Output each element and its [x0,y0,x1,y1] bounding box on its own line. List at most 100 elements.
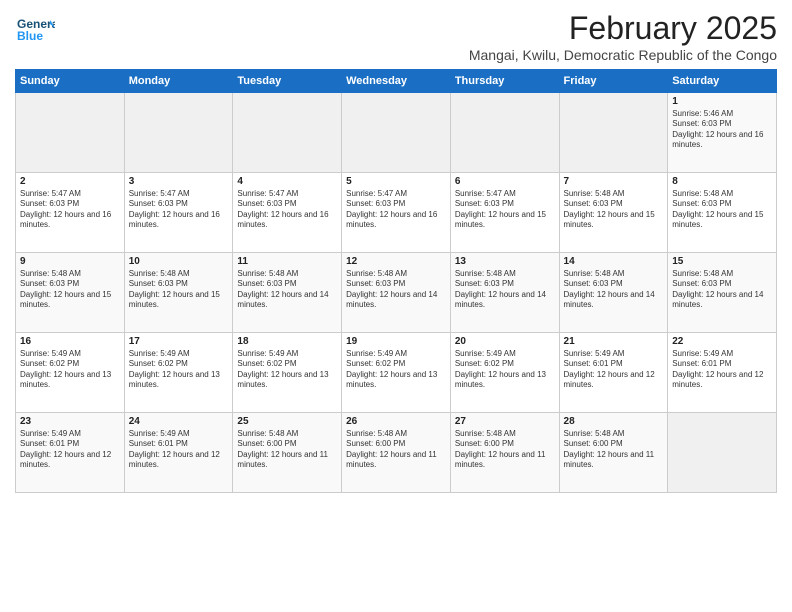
calendar-cell: 11 Sunrise: 5:48 AM Sunset: 6:03 PM Dayli… [233,253,342,333]
cell-content: Sunrise: 5:48 AM Sunset: 6:03 PM Dayligh… [237,269,337,311]
page: General Blue February 2025 Mangai, Kwilu… [0,0,792,503]
calendar-cell: 20 Sunrise: 5:49 AM Sunset: 6:02 PM Dayli… [450,333,559,413]
calendar-week-row: 9 Sunrise: 5:48 AM Sunset: 6:03 PM Daylig… [16,253,777,333]
cell-content: Sunrise: 5:49 AM Sunset: 6:02 PM Dayligh… [346,349,446,391]
day-number: 3 [129,176,229,187]
cell-content: Sunrise: 5:49 AM Sunset: 6:02 PM Dayligh… [129,349,229,391]
calendar-cell: 7 Sunrise: 5:48 AM Sunset: 6:03 PM Daylig… [559,173,668,253]
day-number: 24 [129,416,229,427]
calendar-cell [124,93,233,173]
day-number: 22 [672,336,772,347]
day-number: 20 [455,336,555,347]
cell-content: Sunrise: 5:49 AM Sunset: 6:02 PM Dayligh… [455,349,555,391]
day-number: 16 [20,336,120,347]
calendar-cell: 13 Sunrise: 5:48 AM Sunset: 6:03 PM Dayli… [450,253,559,333]
cell-content: Sunrise: 5:47 AM Sunset: 6:03 PM Dayligh… [346,189,446,231]
calendar-cell: 15 Sunrise: 5:48 AM Sunset: 6:03 PM Dayli… [668,253,777,333]
cell-content: Sunrise: 5:48 AM Sunset: 6:03 PM Dayligh… [672,189,772,231]
cell-content: Sunrise: 5:49 AM Sunset: 6:01 PM Dayligh… [672,349,772,391]
day-number: 21 [564,336,664,347]
calendar-week-row: 2 Sunrise: 5:47 AM Sunset: 6:03 PM Daylig… [16,173,777,253]
calendar-cell: 25 Sunrise: 5:48 AM Sunset: 6:00 PM Dayli… [233,413,342,493]
day-number: 4 [237,176,337,187]
cell-content: Sunrise: 5:48 AM Sunset: 6:00 PM Dayligh… [564,429,664,471]
calendar-cell: 23 Sunrise: 5:49 AM Sunset: 6:01 PM Dayli… [16,413,125,493]
cell-content: Sunrise: 5:48 AM Sunset: 6:03 PM Dayligh… [455,269,555,311]
day-number: 6 [455,176,555,187]
header-tuesday: Tuesday [233,70,342,93]
header-friday: Friday [559,70,668,93]
cell-content: Sunrise: 5:49 AM Sunset: 6:01 PM Dayligh… [20,429,120,471]
calendar-cell [342,93,451,173]
calendar-cell: 14Sunrise: 5:48 AM Sunset: 6:03 PM Dayli… [559,253,668,333]
calendar-cell: 19 Sunrise: 5:49 AM Sunset: 6:02 PM Dayli… [342,333,451,413]
day-number: 9 [20,256,120,267]
day-number: 15 [672,256,772,267]
day-number: 1 [672,96,772,107]
day-number: 25 [237,416,337,427]
svg-text:Blue: Blue [17,29,43,43]
cell-content: Sunrise: 5:47 AM Sunset: 6:03 PM Dayligh… [237,189,337,231]
calendar-cell [559,93,668,173]
cell-content: Sunrise: 5:49 AM Sunset: 6:02 PM Dayligh… [20,349,120,391]
day-number: 23 [20,416,120,427]
day-number: 28 [564,416,664,427]
cell-content: Sunrise: 5:49 AM Sunset: 6:02 PM Dayligh… [237,349,337,391]
main-title: February 2025 [469,10,777,47]
day-number: 13 [455,256,555,267]
subtitle: Mangai, Kwilu, Democratic Republic of th… [469,47,777,63]
calendar-cell [668,413,777,493]
calendar-week-row: 23 Sunrise: 5:49 AM Sunset: 6:01 PM Dayli… [16,413,777,493]
day-number: 2 [20,176,120,187]
cell-content: Sunrise: 5:48 AM Sunset: 6:03 PM Dayligh… [564,189,664,231]
day-number: 19 [346,336,446,347]
calendar-cell: 16 Sunrise: 5:49 AM Sunset: 6:02 PM Dayli… [16,333,125,413]
calendar-cell: 8 Sunrise: 5:48 AM Sunset: 6:03 PM Daylig… [668,173,777,253]
calendar-cell: 2Sunrise: 5:47 AM Sunset: 6:03 PM Daylig… [16,173,125,253]
calendar-cell: 27 Sunrise: 5:48 AM Sunset: 6:00 PM Dayli… [450,413,559,493]
logo: General Blue [15,10,55,50]
cell-content: Sunrise: 5:48 AM Sunset: 6:00 PM Dayligh… [237,429,337,471]
header-wednesday: Wednesday [342,70,451,93]
day-number: 17 [129,336,229,347]
day-number: 11 [237,256,337,267]
cell-content: Sunrise: 5:49 AM Sunset: 6:01 PM Dayligh… [129,429,229,471]
cell-content: Sunrise: 5:48 AM Sunset: 6:03 PM Dayligh… [346,269,446,311]
title-area: February 2025 Mangai, Kwilu, Democratic … [469,10,777,63]
calendar-cell: 18 Sunrise: 5:49 AM Sunset: 6:02 PM Dayli… [233,333,342,413]
calendar-cell [16,93,125,173]
calendar-cell: 21 Sunrise: 5:49 AM Sunset: 6:01 PM Dayli… [559,333,668,413]
calendar-cell: 6 Sunrise: 5:47 AM Sunset: 6:03 PM Daylig… [450,173,559,253]
header-monday: Monday [124,70,233,93]
day-number: 12 [346,256,446,267]
calendar-cell: 5 Sunrise: 5:47 AM Sunset: 6:03 PM Daylig… [342,173,451,253]
calendar-week-row: 1Sunrise: 5:46 AM Sunset: 6:03 PM Daylig… [16,93,777,173]
cell-content: Sunrise: 5:48 AM Sunset: 6:03 PM Dayligh… [672,269,772,311]
calendar-cell [450,93,559,173]
day-number: 8 [672,176,772,187]
header-sunday: Sunday [16,70,125,93]
cell-content: Sunrise: 5:48 AM Sunset: 6:03 PM Dayligh… [564,269,664,311]
day-number: 18 [237,336,337,347]
day-number: 26 [346,416,446,427]
header-thursday: Thursday [450,70,559,93]
calendar-cell: 26 Sunrise: 5:48 AM Sunset: 6:00 PM Dayli… [342,413,451,493]
day-number: 7 [564,176,664,187]
cell-content: Sunrise: 5:48 AM Sunset: 6:03 PM Dayligh… [129,269,229,311]
cell-content: Sunrise: 5:48 AM Sunset: 6:00 PM Dayligh… [346,429,446,471]
calendar-cell: 24 Sunrise: 5:49 AM Sunset: 6:01 PM Dayli… [124,413,233,493]
cell-content: Sunrise: 5:47 AM Sunset: 6:03 PM Dayligh… [129,189,229,231]
day-number: 5 [346,176,446,187]
calendar-table: Sunday Monday Tuesday Wednesday Thursday… [15,69,777,493]
calendar-cell: 3 Sunrise: 5:47 AM Sunset: 6:03 PM Daylig… [124,173,233,253]
header-saturday: Saturday [668,70,777,93]
day-number: 10 [129,256,229,267]
cell-content: Sunrise: 5:48 AM Sunset: 6:00 PM Dayligh… [455,429,555,471]
cell-content: Sunrise: 5:47 AM Sunset: 6:03 PM Dayligh… [455,189,555,231]
calendar-cell: 28 Sunrise: 5:48 AM Sunset: 6:00 PM Dayli… [559,413,668,493]
calendar-cell: 22 Sunrise: 5:49 AM Sunset: 6:01 PM Dayli… [668,333,777,413]
calendar-cell: 17 Sunrise: 5:49 AM Sunset: 6:02 PM Dayli… [124,333,233,413]
cell-content: Sunrise: 5:49 AM Sunset: 6:01 PM Dayligh… [564,349,664,391]
calendar-cell: 1Sunrise: 5:46 AM Sunset: 6:03 PM Daylig… [668,93,777,173]
day-number: 27 [455,416,555,427]
